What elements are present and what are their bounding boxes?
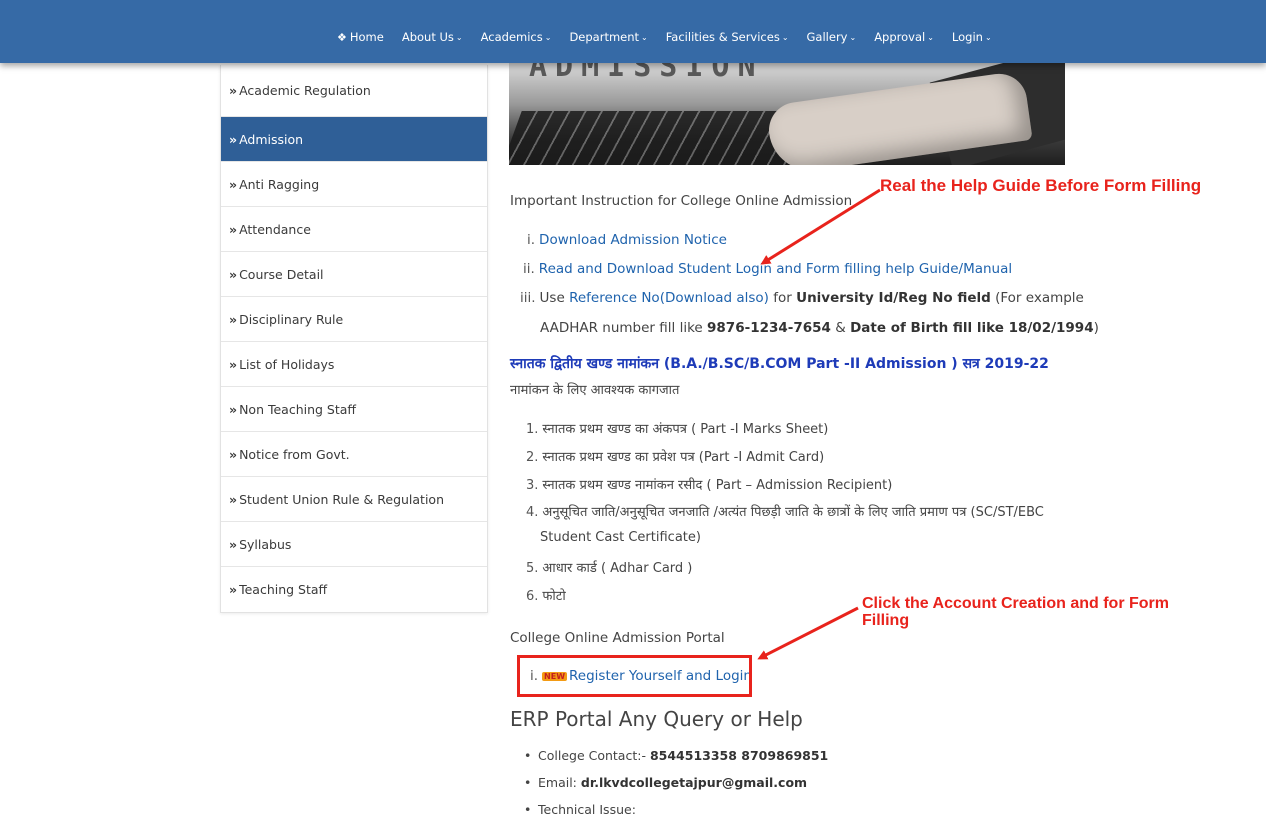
nav-label: Approval (874, 30, 926, 44)
chevron-down-icon: ⌄ (544, 32, 552, 42)
nav-label: About Us (401, 30, 454, 44)
chevron-down-icon: ⌄ (781, 32, 789, 42)
nav-about-us[interactable]: About Us ⌄ (393, 30, 472, 44)
nav-label: Home (349, 30, 384, 44)
nav-label: Login (951, 30, 983, 44)
home-icon: ❖ (337, 30, 347, 44)
nav-home[interactable]: ❖ Home (328, 30, 393, 44)
chevron-down-icon: ⌄ (641, 32, 648, 42)
nav-gallery[interactable]: Gallery ⌄ (798, 30, 866, 44)
nav-label: Academics (480, 30, 543, 44)
nav-approval[interactable]: Approval ⌄ (865, 30, 943, 44)
chevron-down-icon: ⌄ (984, 32, 992, 42)
nav-academics[interactable]: Academics ⌄ (472, 30, 561, 44)
chevron-down-icon: ⌄ (849, 32, 857, 42)
arrow-to-help-guide (760, 188, 881, 265)
nav-label: Gallery (806, 30, 848, 44)
annotation-arrows (757, 188, 881, 660)
nav-label: Facilities & Services (665, 30, 780, 44)
nav-department[interactable]: Department ⌄ (560, 30, 656, 44)
nav-label: Department (569, 30, 640, 44)
top-navbar: ❖ Home About Us ⌄ Academics ⌄ Department… (0, 0, 1266, 63)
chevron-down-icon: ⌄ (455, 32, 463, 42)
nav-facilities[interactable]: Facilities & Services ⌄ (657, 30, 798, 44)
chevron-down-icon: ⌄ (927, 32, 934, 42)
nav-login[interactable]: Login ⌄ (943, 30, 1001, 44)
main-nav: ❖ Home About Us ⌄ Academics ⌄ Department… (328, 30, 1001, 44)
arrow-to-register-box (757, 606, 859, 660)
